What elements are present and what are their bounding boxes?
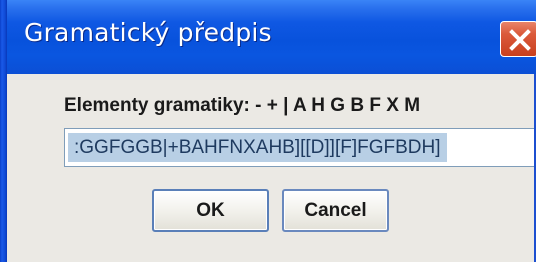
window-frame-left: [0, 0, 7, 262]
close-icon: [509, 29, 531, 51]
dialog-content: Elementy gramatiky: - + | A H G B F X M …: [7, 74, 536, 262]
title-bar[interactable]: Gramatický předpis: [0, 0, 536, 74]
window-title: Gramatický předpis: [24, 18, 272, 47]
close-button[interactable]: [500, 21, 536, 57]
grammar-input[interactable]: :GGFGGB|+BAHFNXAHB][[D]][F]FGFBDH]: [64, 128, 536, 167]
ok-button[interactable]: OK: [152, 189, 269, 232]
grammar-elements-label: Elementy gramatiky: - + | A H G B F X M: [64, 95, 421, 116]
dialog-window: Gramatický předpis Elementy gramatiky: -…: [0, 0, 536, 262]
grammar-input-value[interactable]: :GGFGGB|+BAHFNXAHB][[D]][F]FGFBDH]: [68, 133, 447, 162]
cancel-button[interactable]: Cancel: [282, 189, 389, 232]
